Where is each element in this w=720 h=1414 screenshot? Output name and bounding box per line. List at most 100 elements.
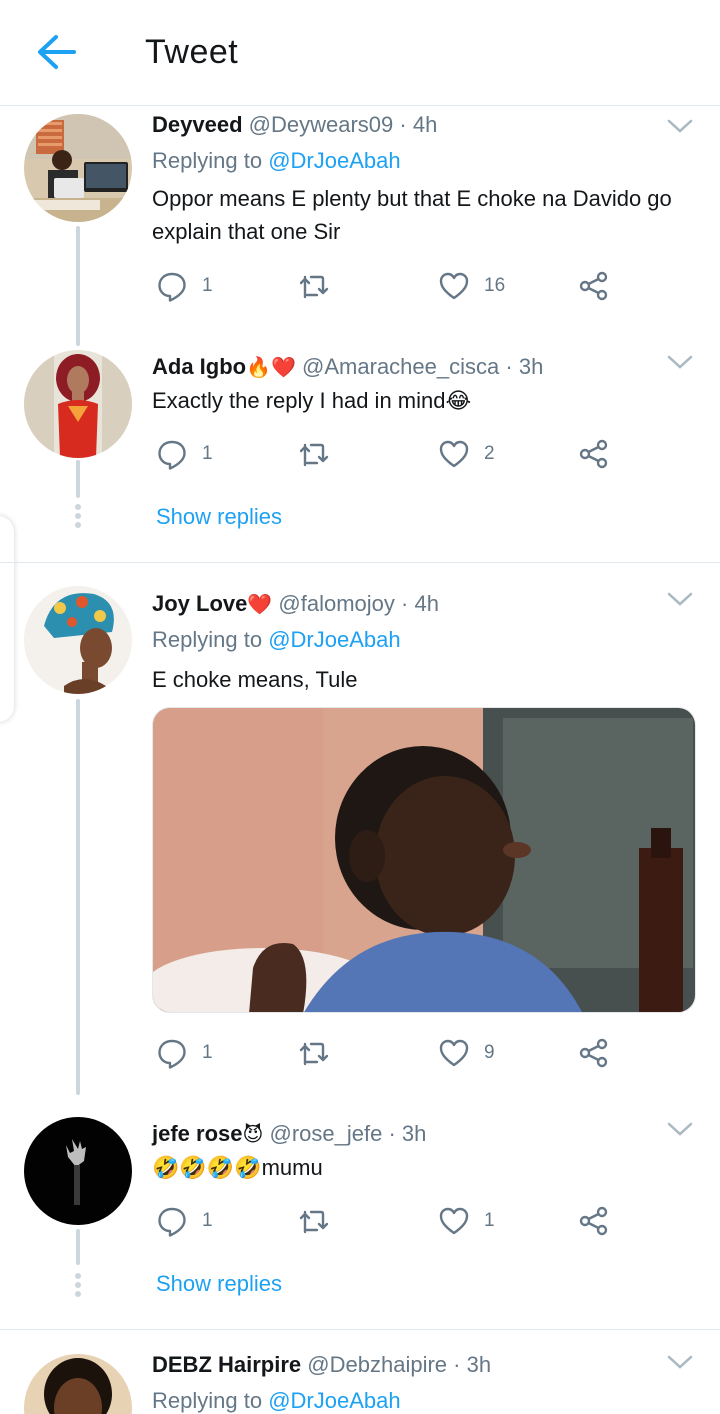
tweet-header: jefe rose😈 @rose_jefe · 3h xyxy=(152,1121,426,1147)
reply-button[interactable]: 1 xyxy=(156,1033,213,1073)
tweet-header: DEBZ Hairpire @Debzhaipire · 3h xyxy=(152,1352,491,1378)
share-icon xyxy=(579,439,608,469)
separator: · xyxy=(401,591,409,616)
replying-to-line: Replying to @DrJoeAbah xyxy=(152,627,401,653)
user-handle[interactable]: @rose_jefe xyxy=(269,1121,382,1146)
like-button[interactable]: 1 xyxy=(438,1201,495,1241)
like-button[interactable]: 9 xyxy=(438,1033,495,1073)
back-arrow-icon[interactable] xyxy=(34,33,78,71)
replying-label: Replying to xyxy=(152,627,263,652)
tweet-text: 🤣🤣🤣🤣mumu xyxy=(152,1155,323,1180)
like-icon xyxy=(439,1207,469,1235)
retweet-button[interactable] xyxy=(298,1033,344,1073)
separator: · xyxy=(453,1352,461,1377)
tweet-item[interactable]: Joy Love❤️ @falomojoy · 4h Replying to @… xyxy=(0,563,720,1095)
display-name[interactable]: jefe rose xyxy=(152,1121,243,1146)
tweet-text: E choke means, Tule xyxy=(152,667,358,692)
share-button[interactable] xyxy=(578,1033,610,1073)
chevron-down-icon[interactable] xyxy=(666,352,694,372)
avatar[interactable] xyxy=(24,114,132,222)
thread-line xyxy=(76,226,80,346)
avatar[interactable] xyxy=(24,350,132,458)
replying-label: Replying to xyxy=(152,148,263,173)
thread-line xyxy=(76,1229,80,1265)
like-button[interactable]: 2 xyxy=(438,434,495,474)
top-bar: Tweet xyxy=(0,0,720,106)
tweet-item[interactable]: DEBZ Hairpire @Debzhaipire · 3h Replying… xyxy=(0,1330,720,1414)
like-count: 9 xyxy=(484,1042,495,1063)
thread-dots xyxy=(75,504,81,531)
tweet-actions: 1 9 xyxy=(152,1033,632,1073)
tweet-header: Ada Igbo🔥❤️ @Amarachee_cisca · 3h xyxy=(152,354,543,380)
chevron-down-icon[interactable] xyxy=(666,1352,694,1372)
user-handle[interactable]: @Deywears09 xyxy=(249,112,394,137)
like-icon xyxy=(439,272,469,300)
display-name[interactable]: DEBZ Hairpire xyxy=(152,1352,301,1377)
separator: · xyxy=(399,112,407,137)
share-button[interactable] xyxy=(578,1201,610,1241)
reply-button[interactable]: 1 xyxy=(156,266,213,306)
retweet-icon xyxy=(299,275,329,299)
mention-link[interactable]: @DrJoeAbah xyxy=(268,627,400,652)
name-emoji: 😈 xyxy=(242,1124,264,1146)
name-emoji: 🔥❤️ xyxy=(246,357,296,379)
user-handle[interactable]: @Amarachee_cisca xyxy=(302,354,499,379)
show-replies-link[interactable]: Show replies xyxy=(156,504,282,530)
retweet-button[interactable] xyxy=(298,434,344,474)
replying-label: Replying to xyxy=(152,1388,263,1413)
timestamp[interactable]: 3h xyxy=(519,354,543,379)
tweet-actions: 1 2 xyxy=(152,434,632,474)
tweet-text: Oppor means E plenty but that E choke na… xyxy=(152,186,672,244)
thread-line xyxy=(76,460,80,498)
retweet-button[interactable] xyxy=(298,266,344,306)
replying-to-line: Replying to @DrJoeAbah xyxy=(152,148,401,174)
retweet-button[interactable] xyxy=(298,1201,344,1241)
tweet-header: Deyveed @Deywears09 · 4h xyxy=(152,112,437,138)
like-count: 2 xyxy=(484,443,495,464)
tweet-item[interactable]: Deyveed @Deywears09 · 4h Replying to @Dr… xyxy=(0,106,720,346)
reply-button[interactable]: 1 xyxy=(156,1201,213,1241)
page-title: Tweet xyxy=(145,33,239,71)
share-button[interactable] xyxy=(578,266,610,306)
like-count: 16 xyxy=(484,275,506,296)
tweet-actions: 1 16 xyxy=(152,266,632,306)
user-handle[interactable]: @falomojoy xyxy=(278,591,395,616)
tweet-item[interactable]: Ada Igbo🔥❤️ @Amarachee_cisca · 3h Exactl… xyxy=(0,346,720,562)
tweet-item[interactable]: jefe rose😈 @rose_jefe · 3h 🤣🤣🤣🤣mumu 1 1 … xyxy=(0,1095,720,1329)
display-name[interactable]: Joy Love xyxy=(152,591,247,616)
like-button[interactable]: 16 xyxy=(438,266,505,306)
timestamp[interactable]: 3h xyxy=(402,1121,426,1146)
timestamp[interactable]: 4h xyxy=(414,591,438,616)
reply-count: 1 xyxy=(202,275,213,296)
retweet-icon xyxy=(299,443,329,467)
reply-button[interactable]: 1 xyxy=(156,434,213,474)
chevron-down-icon[interactable] xyxy=(666,1119,694,1139)
timestamp[interactable]: 4h xyxy=(413,112,437,137)
timestamp[interactable]: 3h xyxy=(467,1352,491,1377)
replying-to-line: Replying to @DrJoeAbah xyxy=(152,1388,401,1414)
avatar[interactable] xyxy=(24,1354,132,1414)
tweet-media-image[interactable] xyxy=(152,707,696,1013)
chevron-down-icon[interactable] xyxy=(666,589,694,609)
share-button[interactable] xyxy=(578,434,610,474)
display-name[interactable]: Ada Igbo xyxy=(152,354,246,379)
reply-count: 1 xyxy=(202,443,213,464)
avatar[interactable] xyxy=(24,586,132,694)
chevron-down-icon[interactable] xyxy=(666,116,694,136)
share-icon xyxy=(579,271,608,301)
user-handle[interactable]: @Debzhaipire xyxy=(307,1352,447,1377)
avatar[interactable] xyxy=(24,1117,132,1225)
mention-link[interactable]: @DrJoeAbah xyxy=(268,148,400,173)
share-icon xyxy=(579,1206,608,1236)
thread-dots xyxy=(75,1273,81,1300)
display-name[interactable]: Deyveed xyxy=(152,112,243,137)
reply-icon xyxy=(158,272,186,302)
like-icon xyxy=(439,440,469,468)
mention-link[interactable]: @DrJoeAbah xyxy=(268,1388,400,1413)
share-icon xyxy=(579,1038,608,1068)
tweet-header: Joy Love❤️ @falomojoy · 4h xyxy=(152,591,439,617)
like-icon xyxy=(439,1039,469,1067)
reply-icon xyxy=(158,1039,186,1069)
like-count: 1 xyxy=(484,1210,495,1231)
show-replies-link[interactable]: Show replies xyxy=(156,1271,282,1297)
